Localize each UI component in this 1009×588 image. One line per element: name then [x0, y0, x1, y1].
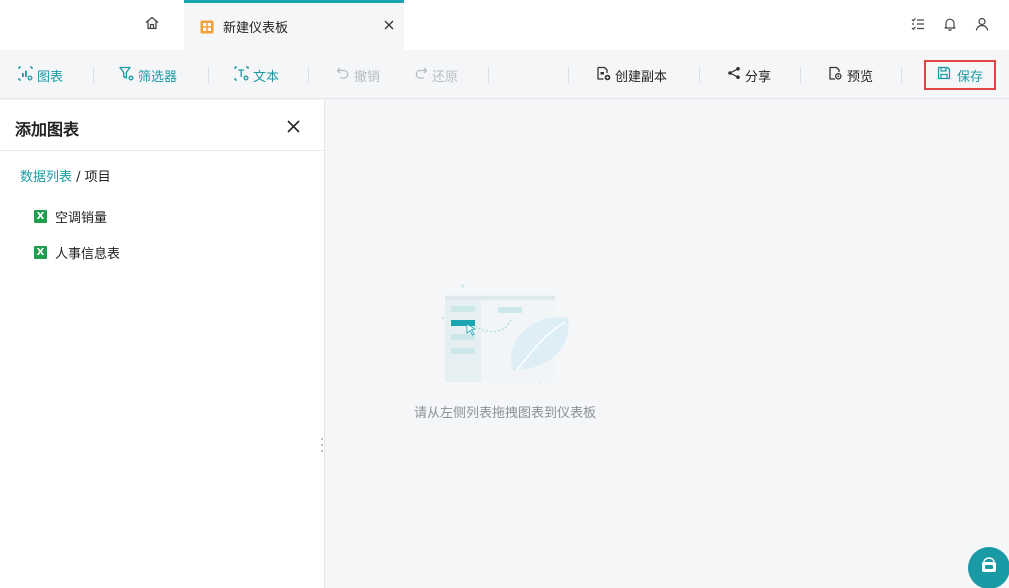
panel-title: 添加图表	[15, 120, 80, 139]
share-button[interactable]: 分享	[727, 63, 771, 87]
share-label: 分享	[745, 69, 772, 85]
add-text-button[interactable]: 文本	[234, 63, 279, 87]
breadcrumb-root-link[interactable]: 数据列表	[20, 170, 72, 185]
help-chat-button[interactable]	[968, 547, 1009, 588]
panel-header: 添加图表	[0, 100, 324, 151]
save-icon	[937, 66, 951, 84]
close-icon[interactable]	[283, 116, 303, 136]
redo-icon	[414, 66, 428, 84]
excel-icon: X	[34, 209, 47, 223]
empty-state-illustration	[433, 272, 583, 392]
empty-state-hint: 请从左侧列表拖拽图表到仪表板	[413, 406, 596, 421]
chart-label: 图表	[37, 69, 64, 85]
add-chart-button[interactable]: 图表	[18, 63, 63, 87]
list-item-label: 空调销量	[55, 210, 108, 226]
undo-icon	[336, 66, 350, 84]
home-tab[interactable]	[132, 14, 172, 36]
save-button[interactable]: 保存	[924, 60, 996, 90]
undo-button[interactable]: 撤销	[336, 63, 380, 87]
redo-label: 还原	[432, 69, 459, 85]
excel-icon: X	[34, 245, 47, 259]
close-icon[interactable]	[380, 16, 398, 34]
breadcrumb-current: 项目	[84, 170, 111, 185]
divider	[800, 67, 801, 83]
save-label: 保存	[956, 69, 983, 85]
toolbar: 图表 筛选器 文本 撤销 还原 创建副本 分享 预览 保存	[0, 50, 1009, 99]
task-list-icon[interactable]	[909, 14, 927, 34]
add-chart-panel: 添加图表 数据列表 / 项目 X 空调销量 X 人事信息表	[0, 100, 325, 588]
duplicate-button[interactable]: 创建副本	[596, 63, 667, 87]
divider	[568, 67, 569, 83]
add-filter-button[interactable]: 筛选器	[119, 63, 177, 87]
preview-label: 预览	[847, 69, 874, 85]
bell-icon[interactable]	[941, 14, 959, 34]
list-item-label: 人事信息表	[55, 246, 121, 262]
filter-icon	[119, 66, 134, 85]
copy-icon	[596, 66, 611, 85]
undo-label: 撤销	[354, 69, 381, 85]
divider	[901, 67, 902, 83]
breadcrumb-separator: /	[72, 170, 85, 185]
list-item[interactable]: X 空调销量	[34, 206, 107, 226]
dashboard-icon	[199, 19, 215, 35]
breadcrumb: 数据列表 / 项目	[20, 166, 111, 185]
panel-resize-handle[interactable]	[319, 438, 325, 452]
tab-new-dashboard[interactable]: 新建仪表板	[184, 0, 404, 50]
preview-button[interactable]: 预览	[828, 63, 873, 87]
top-actions	[909, 14, 991, 34]
dashboard-canvas[interactable]: 请从左侧列表拖拽图表到仪表板	[326, 100, 1009, 588]
home-icon	[144, 15, 160, 35]
divider	[93, 67, 94, 83]
redo-button[interactable]: 还原	[414, 63, 458, 87]
divider	[208, 67, 209, 83]
text-label: 文本	[253, 69, 280, 85]
filter-label: 筛选器	[138, 69, 178, 85]
divider	[699, 67, 700, 83]
list-item[interactable]: X 人事信息表	[34, 242, 120, 262]
tab-label: 新建仪表板	[223, 21, 289, 36]
duplicate-label: 创建副本	[615, 69, 668, 85]
divider	[308, 67, 309, 83]
share-icon	[727, 66, 741, 84]
support-icon	[979, 556, 999, 580]
divider	[488, 67, 489, 83]
preview-icon	[828, 66, 843, 85]
chart-icon	[18, 65, 33, 85]
text-icon	[234, 65, 249, 85]
user-icon[interactable]	[973, 14, 991, 34]
top-tab-bar: 新建仪表板	[0, 0, 1009, 50]
